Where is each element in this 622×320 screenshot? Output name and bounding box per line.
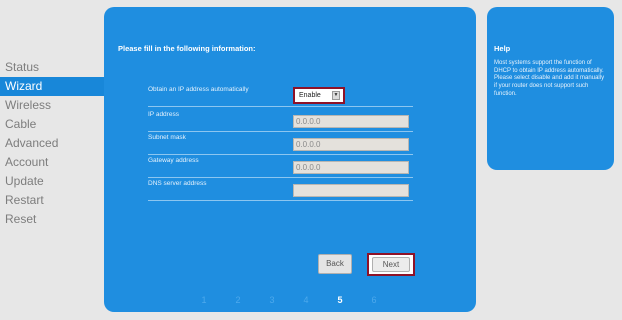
row-divider <box>148 200 413 201</box>
sidebar-item-status[interactable]: Status <box>0 58 104 77</box>
dns-server-input[interactable] <box>293 184 409 197</box>
sidebar-item-restart[interactable]: Restart <box>0 191 104 210</box>
dns-server-label: DNS server address <box>148 180 207 187</box>
subnet-mask-label: Subnet mask <box>148 134 186 141</box>
row-divider <box>148 177 413 178</box>
sidebar-item-reset[interactable]: Reset <box>0 210 104 229</box>
sidebar-nav: Status Wizard Wireless Cable Advanced Ac… <box>0 58 104 229</box>
step-5: 5 <box>337 295 343 305</box>
help-title: Help <box>494 44 511 53</box>
sidebar-item-update[interactable]: Update <box>0 172 104 191</box>
row-divider <box>148 154 413 155</box>
row-divider <box>148 131 413 132</box>
wizard-panel: Please fill in the following information… <box>104 7 476 312</box>
gateway-address-input[interactable]: 0.0.0.0 <box>293 161 409 174</box>
sidebar-item-wireless[interactable]: Wireless <box>0 96 104 115</box>
back-button[interactable]: Back <box>318 254 352 274</box>
sidebar-item-advanced[interactable]: Advanced <box>0 134 104 153</box>
ip-address-label: IP address <box>148 111 179 118</box>
sidebar-item-account[interactable]: Account <box>0 153 104 172</box>
next-button[interactable]: Next <box>372 257 410 272</box>
subnet-mask-input[interactable]: 0.0.0.0 <box>293 138 409 151</box>
ip-address-input[interactable]: 0.0.0.0 <box>293 115 409 128</box>
sidebar-item-cable[interactable]: Cable <box>0 115 104 134</box>
step-1: 1 <box>201 295 207 305</box>
sidebar-item-wizard[interactable]: Wizard <box>0 77 104 96</box>
wizard-heading: Please fill in the following information… <box>118 44 256 53</box>
gateway-address-label: Gateway address <box>148 157 199 164</box>
help-panel: Help Most systems support the function o… <box>487 7 614 170</box>
step-2: 2 <box>235 295 241 305</box>
row-divider <box>148 106 413 107</box>
step-4: 4 <box>303 295 309 305</box>
dhcp-label: Obtain an IP address automatically <box>148 86 249 93</box>
help-text: Most systems support the function of DHC… <box>494 60 605 97</box>
next-button-highlight: Next <box>367 253 415 276</box>
step-6: 6 <box>371 295 377 305</box>
dhcp-select-highlight: Enable ▼ <box>293 87 345 104</box>
step-3: 3 <box>269 295 275 305</box>
dropdown-arrow-icon[interactable]: ▼ <box>332 91 340 100</box>
